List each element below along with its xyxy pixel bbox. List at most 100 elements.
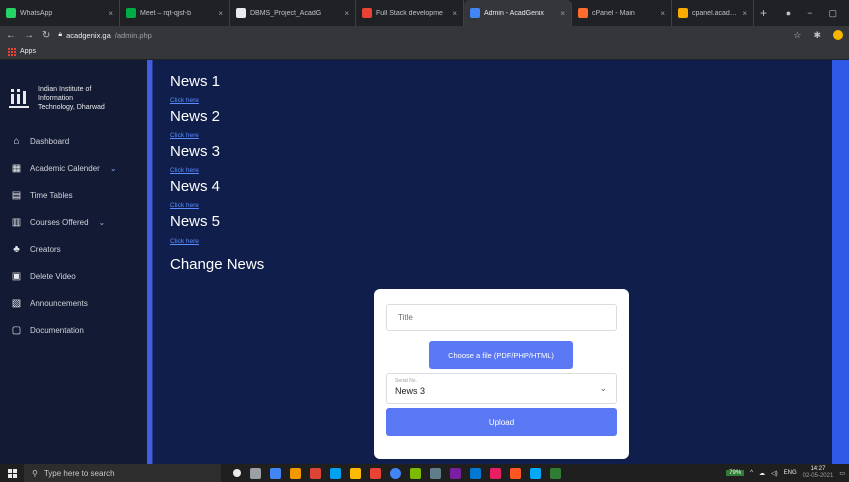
profile-icon[interactable]: ● [786,8,791,18]
firefox-icon[interactable] [290,467,301,479]
browser-toolbar: ← → ↻ 🔒︎ acadgenix.ga/admin.php ☆ ✱ [0,26,849,44]
sidebar-item-delete-video[interactable]: ▣ Delete Video [0,263,147,290]
browser-tab[interactable]: Full Stack developme × [356,0,464,26]
lock-icon: 🔒︎ [58,31,63,38]
brand: Indian Institute of Information Technolo… [0,60,147,120]
news-link[interactable]: Click here [170,97,199,104]
browser-tab[interactable]: DBMS_Project_AcadG × [230,0,356,26]
institute-name-line: Technology, Dharwad [38,103,105,111]
url-host: acadgenix.ga [66,30,111,40]
news-link[interactable]: Click here [170,167,199,174]
taskbar-apps [233,467,561,479]
tab-favicon-icon [6,8,16,18]
notifications-icon[interactable]: ▭ [839,470,845,477]
vscode-blue-icon[interactable] [470,467,481,479]
close-icon[interactable]: × [218,9,223,18]
tab-favicon-icon [362,8,372,18]
browser-tab[interactable]: Meet – rqt-qjsf-b × [120,0,230,26]
avatar[interactable] [833,30,843,40]
excel-icon[interactable] [550,467,561,479]
sidebar-item-label: Creators [30,245,61,254]
reload-icon[interactable]: ↻ [42,30,50,41]
sidebar-item-label: Documentation [30,326,84,335]
app-icon[interactable] [510,467,521,479]
home-icon: ⌂ [13,136,20,147]
system-tray: 79% ^ ☁ ◁) ENG 14:27 02-05-2021 ▭ [726,466,849,480]
extensions-icon[interactable]: ✱ [813,30,821,41]
tab-favicon-icon [126,8,136,18]
upload-button[interactable]: Upload [386,408,617,436]
new-tab-button[interactable]: + [754,6,773,20]
apps-bookmark[interactable]: Apps [20,48,36,55]
maximize-icon[interactable]: ▢ [828,8,837,19]
windows-logo-icon [7,468,17,478]
tab-favicon-icon [236,8,246,18]
volume-icon[interactable]: ◁) [771,470,778,477]
app-icon[interactable] [530,467,541,479]
sidebar-item-academic-calender[interactable]: ▦ Academic Calender ⌄ [0,155,147,182]
toolbar-actions: ☆ ✱ [793,30,843,41]
onedrive-icon[interactable]: ☁ [759,470,765,477]
news-link[interactable]: Click here [170,132,199,139]
chrome-icon[interactable] [310,467,321,479]
browser-tab[interactable]: Admin - AcadGenix × [464,0,572,26]
close-icon[interactable]: × [560,9,565,18]
minimize-icon[interactable]: − [807,8,812,18]
browser-tab[interactable]: WhatsApp × [0,0,120,26]
tab-title: Meet – rqt-qjsf-b [140,9,191,17]
apps-grid-icon[interactable] [8,47,16,56]
close-icon[interactable]: × [742,9,747,18]
title-input[interactable]: Title [386,304,617,331]
battery-indicator[interactable]: 79% [726,470,745,476]
chevron-down-icon[interactable]: ⌄ [110,164,117,173]
bookmark-star-icon[interactable]: ☆ [793,30,801,41]
sidebar-item-creators[interactable]: ♣ Creators [0,236,147,263]
close-icon[interactable]: × [660,9,665,18]
sidebar-item-label: Courses Offered [30,218,89,227]
address-bar[interactable]: 🔒︎ acadgenix.ga/admin.php [58,31,151,40]
serial-no-select[interactable]: Serial No. News 3 ⌄ [386,373,617,404]
taskbar-search[interactable]: ⚲ Type here to search [24,464,221,482]
app-icon[interactable] [390,467,401,479]
calendar-icon: ▦ [11,163,22,174]
clock[interactable]: 14:27 02-05-2021 [803,466,834,480]
sidebar-item-time-tables[interactable]: ▤ Time Tables [0,182,147,209]
sidebar-item-dashboard[interactable]: ⌂ Dashboard [0,128,147,155]
forward-icon[interactable]: → [24,30,34,41]
tab-title: DBMS_Project_AcadG [250,9,322,17]
news-link[interactable]: Click here [170,238,199,245]
news-title: News 5 [170,213,221,230]
news-link[interactable]: Click here [170,202,199,209]
edge-icon[interactable] [270,467,281,479]
close-icon[interactable]: × [452,9,457,18]
vscode-icon[interactable] [330,467,341,479]
sidebar-item-courses-offered[interactable]: ▥ Courses Offered ⌄ [0,209,147,236]
chevron-down-icon[interactable]: ⌄ [99,218,106,227]
bookmarks-bar: Apps [0,44,849,60]
cortana-icon[interactable] [233,469,241,477]
visual-studio-icon[interactable] [450,467,461,479]
tab-title: cPanel - Main [592,9,635,17]
task-view-icon[interactable] [250,467,261,479]
office-icon[interactable] [370,467,381,479]
tab-favicon-icon [470,8,480,18]
file-explorer-icon[interactable] [350,467,361,479]
tab-title: Full Stack developme [376,9,443,17]
browser-tab[interactable]: cpanel.acadgenix.ga / × [672,0,754,26]
choose-file-button[interactable]: Choose a file (PDF/PHP/HTML) [429,341,573,369]
tray-chevron-icon[interactable]: ^ [750,470,753,476]
close-icon[interactable]: × [344,9,349,18]
back-icon[interactable]: ← [6,30,16,41]
language-indicator[interactable]: ENG [784,470,797,476]
browser-tab[interactable]: cPanel - Main × [572,0,672,26]
windows-start-button[interactable] [0,464,24,482]
app-icon[interactable] [430,467,441,479]
sidebar-item-announcements[interactable]: ▧ Announcements [0,290,147,317]
slack-icon[interactable] [490,467,501,479]
store-icon[interactable] [410,467,421,479]
search-icon: ⚲ [32,468,38,478]
search-placeholder: Type here to search [43,468,115,478]
document-icon: ▢ [11,325,22,336]
sidebar-item-documentation[interactable]: ▢ Documentation [0,317,147,344]
close-icon[interactable]: × [108,9,113,18]
